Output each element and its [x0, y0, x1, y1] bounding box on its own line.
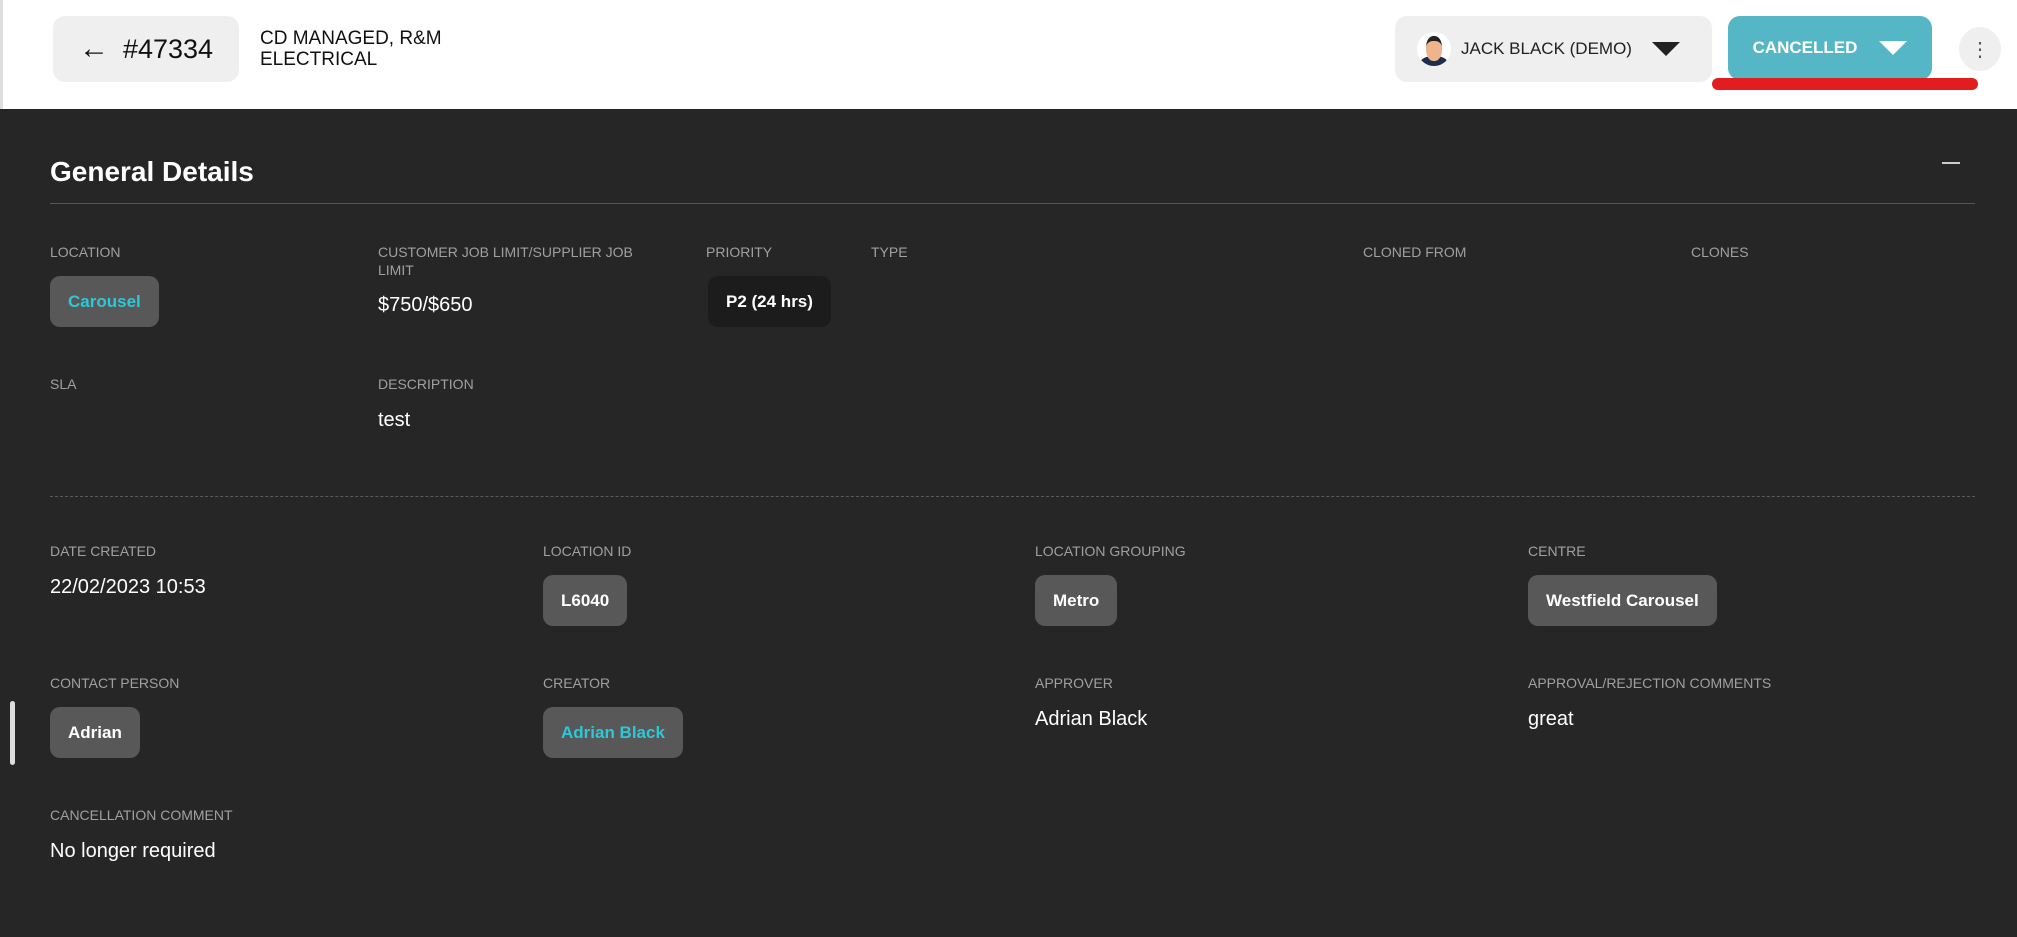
description-label: DESCRIPTION: [378, 376, 474, 392]
location-label: LOCATION: [50, 244, 121, 260]
type-label: TYPE: [871, 244, 908, 260]
caret-down-icon: [1651, 42, 1680, 56]
caret-down-icon: [1879, 41, 1908, 55]
creator-chip[interactable]: Adrian Black: [543, 707, 683, 758]
approval-comments-label: APPROVAL/REJECTION COMMENTS: [1528, 675, 1772, 691]
highlight-underline: [1712, 78, 1978, 90]
user-name: JACK BLACK (DEMO): [1461, 39, 1632, 58]
section-title: General Details: [50, 156, 254, 187]
date-created-value: 22/02/2023 10:53: [50, 576, 206, 598]
approver-label: APPROVER: [1035, 675, 1113, 691]
job-limit-label: CUSTOMER JOB LIMIT/SUPPLIER JOB LIMIT: [378, 244, 633, 278]
creator-label: CREATOR: [543, 675, 611, 691]
cancellation-comment-label: CANCELLATION COMMENT: [50, 807, 233, 823]
more-options-button[interactable]: ⋮: [1959, 27, 2001, 71]
divider: [50, 203, 1975, 204]
description-value: test: [378, 409, 411, 431]
user-menu-button[interactable]: JACK BLACK (DEMO): [1395, 16, 1712, 82]
centre-chip: Westfield Carousel: [1528, 575, 1717, 626]
back-button[interactable]: ← #47334: [53, 16, 239, 82]
approver-value: Adrian Black: [1035, 708, 1148, 730]
status-dropdown[interactable]: CANCELLED: [1728, 16, 1932, 80]
location-id-chip: L6040: [543, 575, 628, 626]
contact-person-chip: Adrian: [50, 707, 140, 758]
location-grouping-chip: Metro: [1035, 575, 1118, 626]
scrollbar-handle[interactable]: [10, 701, 15, 765]
avatar: [1417, 32, 1451, 66]
job-title: CD MANAGED, R&M ELECTRICAL: [260, 28, 442, 70]
status-label: CANCELLED: [1752, 38, 1858, 57]
date-created-label: DATE CREATED: [50, 543, 157, 559]
clones-label: CLONES: [1691, 244, 1749, 260]
centre-label: CENTRE: [1528, 543, 1586, 559]
more-vertical-icon: ⋮: [1970, 38, 1990, 61]
job-limit-value: $750/$650: [378, 294, 473, 316]
arrow-left-icon: ←: [78, 32, 109, 65]
dashed-divider: [50, 496, 1975, 497]
location-chip[interactable]: Carousel: [50, 276, 159, 327]
approval-comments-value: great: [1528, 708, 1574, 730]
cancellation-comment-value: No longer required: [50, 840, 216, 862]
location-grouping-label: LOCATION GROUPING: [1035, 543, 1186, 559]
priority-label: PRIORITY: [706, 244, 773, 260]
top-bar: ← #47334 CD MANAGED, R&M ELECTRICAL JACK…: [0, 0, 2017, 109]
contact-person-label: CONTACT PERSON: [50, 675, 180, 691]
location-id-label: LOCATION ID: [543, 543, 632, 559]
sla-label: SLA: [50, 376, 77, 392]
collapse-icon[interactable]: [1942, 150, 1962, 174]
job-number: #47334: [122, 33, 214, 64]
cloned-from-label: CLONED FROM: [1363, 244, 1467, 260]
priority-chip: P2 (24 hrs): [708, 276, 831, 327]
